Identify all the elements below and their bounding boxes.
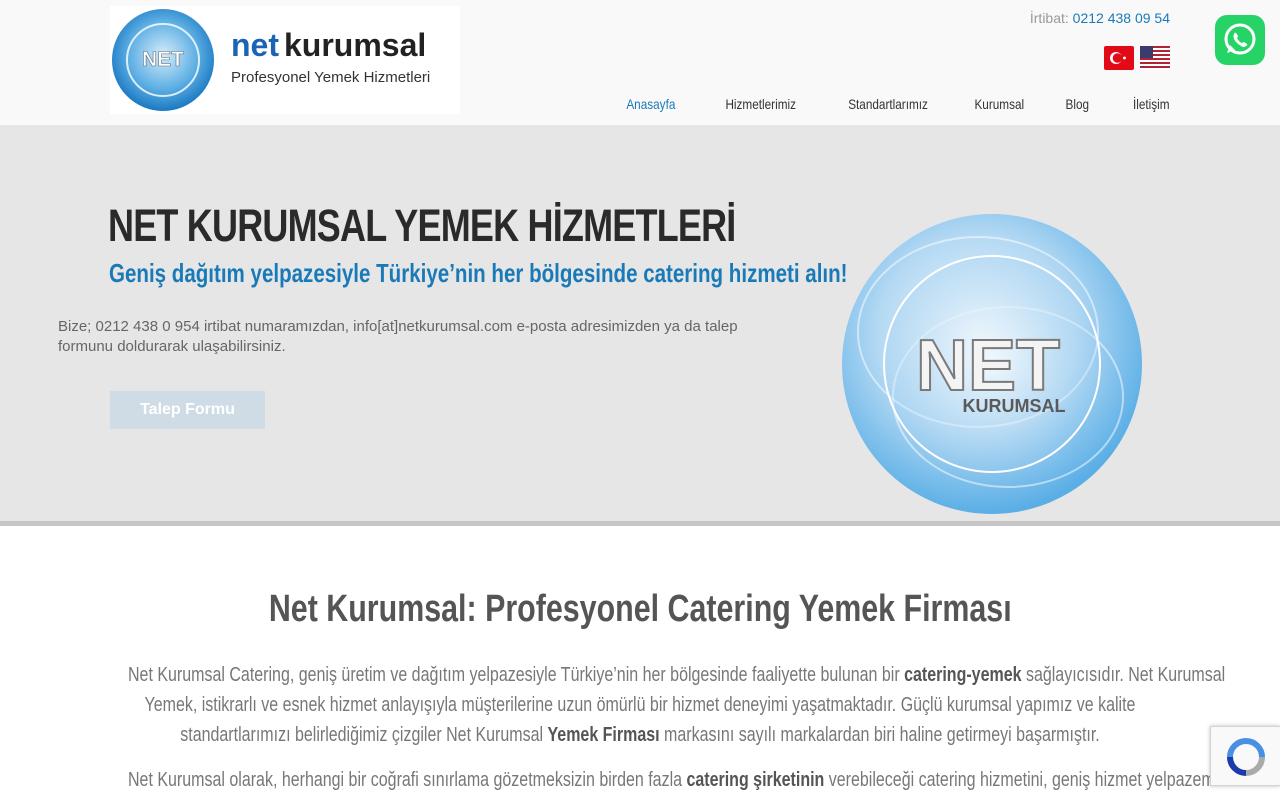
contact-phone-link[interactable]: 0212 438 09 54 xyxy=(1073,10,1170,26)
paragraph-line: Net Kurumsal olarak, herhangi bir coğraf… xyxy=(128,765,1226,795)
recaptcha-icon xyxy=(1227,738,1265,776)
paragraph-line: standartlarımızı belirlediğimiz çizgiler… xyxy=(128,720,1152,750)
svg-text:net: net xyxy=(231,27,279,63)
hero-description: Bize; 0212 438 0 954 irtibat numaramızda… xyxy=(58,318,738,355)
hero-title: NET KURUMSAL YEMEK HİZMETLERİ xyxy=(108,200,736,251)
content-paragraph-1: Net Kurumsal Catering, geniş üretim ve d… xyxy=(0,660,1280,750)
svg-text:NET: NET xyxy=(916,326,1060,406)
recaptcha-badge[interactable] xyxy=(1210,726,1280,786)
contact-info: İrtibat: 0212 438 09 54 xyxy=(1030,10,1170,26)
keyword-link[interactable]: catering şirketinin xyxy=(686,769,824,791)
content-title-text: Net Kurumsal: Profesyonel Catering Yemek… xyxy=(268,588,1012,630)
turkey-flag-icon[interactable] xyxy=(1104,46,1134,70)
paragraph-line: Yemek, istikrarlı ve esnek hizmet anlayı… xyxy=(144,694,1136,716)
paragraph-line: Net Kurumsal Catering, geniş üretim ve d… xyxy=(128,660,1225,690)
svg-text:Profesyonel Yemek Hizmetleri: Profesyonel Yemek Hizmetleri xyxy=(231,69,430,86)
svg-text:KURUMSAL: KURUMSAL xyxy=(963,396,1066,416)
svg-text:kurumsal: kurumsal xyxy=(284,27,426,63)
paragraph-text: standartlarımızı belirlediğimiz çizgiler… xyxy=(180,724,548,746)
main-nav: Anasayfa Hizmetlerimiz Standartlarımız K… xyxy=(617,96,1170,112)
paragraph-text: Net Kurumsal olarak, herhangi bir coğraf… xyxy=(128,769,687,791)
content-title: Net Kurumsal: Profesyonel Catering Yemek… xyxy=(0,588,1280,631)
content-paragraph-2: Net Kurumsal olarak, herhangi bir coğraf… xyxy=(0,765,1280,795)
company-emblem-icon: NET KURUMSAL xyxy=(842,214,1142,514)
keyword-link[interactable]: Yemek Firması xyxy=(548,724,660,746)
request-form-button[interactable]: Talep Formu xyxy=(110,391,265,429)
nav-item-iletisim[interactable]: İletişim xyxy=(1133,96,1170,112)
paragraph-text: markasını sayılı markalardan biri haline… xyxy=(659,724,1100,746)
contact-label: İrtibat: xyxy=(1029,10,1069,26)
hero-subtitle: Geniş dağıtım yelpazesiyle Türkiye’nin h… xyxy=(109,258,848,288)
whatsapp-icon xyxy=(1224,23,1256,55)
paragraph-text: Net Kurumsal Catering, geniş üretim ve d… xyxy=(128,664,905,686)
whatsapp-button[interactable] xyxy=(1215,15,1265,65)
language-switcher xyxy=(1104,46,1170,70)
nav-item-standartlarimiz[interactable]: Standartlarımız xyxy=(849,96,929,112)
usa-flag-icon[interactable] xyxy=(1140,46,1170,70)
nav-item-blog[interactable]: Blog xyxy=(1066,96,1090,112)
paragraph-text: sağlayıcısıdır. Net Kurumsal xyxy=(1021,664,1226,686)
svg-text:NET: NET xyxy=(142,48,184,71)
nav-item-anasayfa[interactable]: Anasayfa xyxy=(626,96,675,112)
nav-item-hizmetlerimiz[interactable]: Hizmetlerimiz xyxy=(726,96,797,112)
paragraph-text: verebileceği catering hizmetini, geniş h… xyxy=(824,769,1227,791)
hero-divider xyxy=(0,521,1280,526)
site-logo[interactable]: NET net kurumsal Profesyonel Yemek Hizme… xyxy=(110,6,460,114)
nav-item-kurumsal[interactable]: Kurumsal xyxy=(975,96,1025,112)
logo-icon: NET net kurumsal Profesyonel Yemek Hizme… xyxy=(112,9,430,111)
keyword-link[interactable]: catering-yemek xyxy=(904,664,1021,686)
